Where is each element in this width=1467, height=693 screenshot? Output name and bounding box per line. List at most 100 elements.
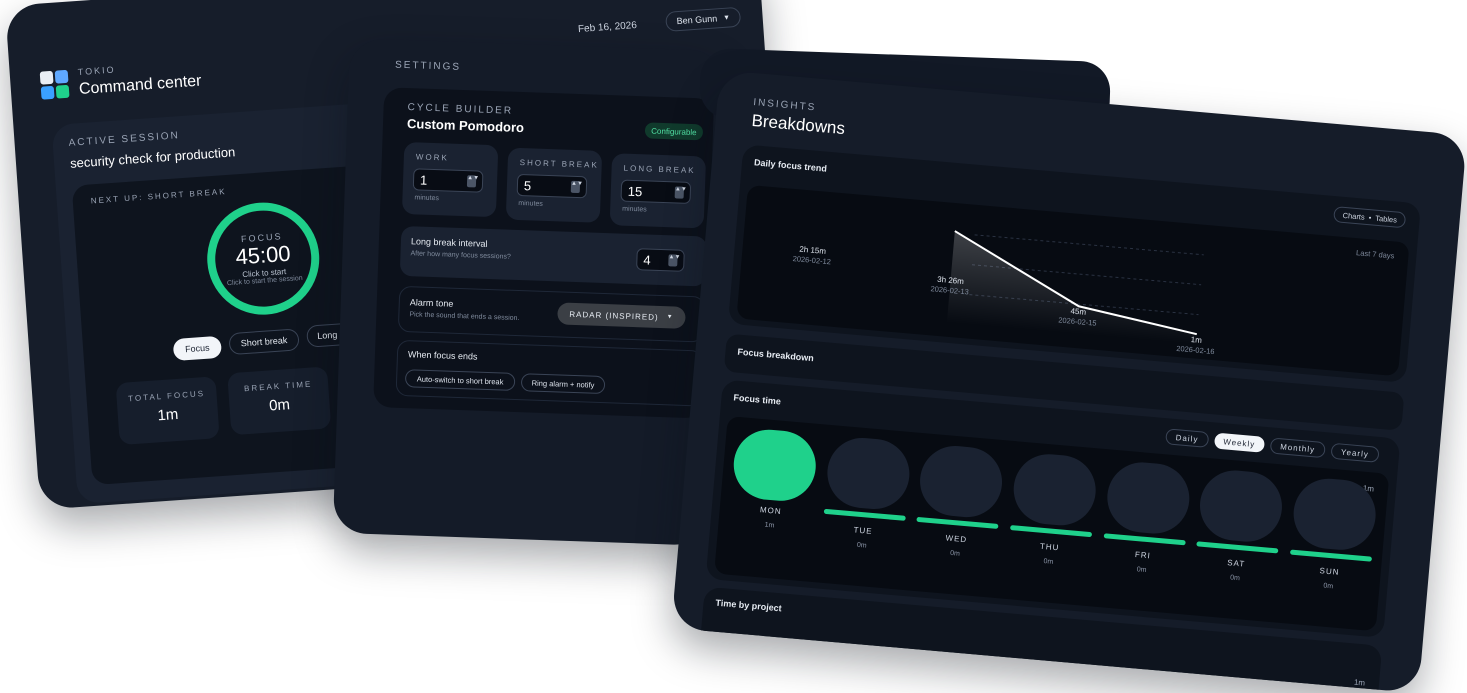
alarm-tone-select[interactable]: RADAR (INSPIRED) ▼: [557, 302, 686, 329]
day-value: 0m: [1323, 582, 1334, 591]
day-value: 0m: [949, 549, 961, 558]
toggle-tables[interactable]: Tables: [1375, 213, 1397, 224]
option-ring-alarm[interactable]: Ring alarm + notify: [520, 373, 606, 395]
trend-title: Daily focus trend: [753, 157, 828, 174]
field-value: 4: [643, 251, 651, 268]
day-column: FRI 0m: [1098, 456, 1192, 609]
field-short-break: SHORT BREAK 5 ▲▼ minutes: [505, 147, 603, 223]
day-bar[interactable]: [1197, 467, 1286, 545]
long-break-minutes-input[interactable]: 15 ▲▼: [620, 179, 692, 204]
long-break-interval-row: Long break interval After how many focus…: [399, 225, 708, 287]
day-label: THU: [1039, 541, 1060, 553]
row-title: Alarm tone: [409, 297, 454, 309]
tick-label: 2026-02-16: [1176, 344, 1215, 356]
row-title: Long break interval: [410, 236, 488, 249]
day-label: SUN: [1319, 566, 1340, 577]
day-value: 1m: [764, 521, 775, 530]
app-logo-icon: [39, 69, 70, 100]
cycle-builder-panel: CYCLE BUILDER Custom Pomodoro Configurab…: [373, 87, 715, 419]
settings-window: SETTINGS CYCLE BUILDER Custom Pomodoro C…: [332, 38, 725, 546]
field-unit: minutes: [414, 194, 440, 203]
cycle-title: Custom Pomodoro: [406, 116, 525, 136]
period-tab-yearly[interactable]: Yearly: [1330, 442, 1380, 463]
user-menu[interactable]: Ben Gunn ▼: [665, 6, 742, 32]
day-bar[interactable]: [1290, 475, 1379, 553]
stat-label: TOTAL FOCUS: [127, 389, 206, 404]
time-by-project-title: Time by project: [715, 597, 783, 614]
field-unit: minutes: [518, 199, 543, 208]
select-value: RADAR (INSPIRED): [569, 309, 659, 322]
day-baseline: [1009, 525, 1093, 538]
next-up-label: NEXT UP: SHORT BREAK: [90, 187, 227, 206]
stepper-arrows-icon[interactable]: ▲▼: [466, 175, 479, 188]
date-label: Feb 16, 2026: [577, 19, 638, 36]
grid-line: [974, 234, 1204, 256]
mode-button-short-break[interactable]: Short break: [228, 328, 300, 356]
day-label: FRI: [1134, 550, 1152, 561]
field-work: WORK 1 ▲▼ minutes: [401, 141, 499, 218]
session-title: security check for production: [69, 144, 236, 171]
data-label: 45m: [1070, 306, 1087, 316]
period-tab-daily[interactable]: Daily: [1165, 428, 1210, 448]
day-bar[interactable]: [1104, 459, 1192, 537]
day-label: MON: [759, 505, 782, 517]
long-break-interval-input[interactable]: 4 ▲▼: [636, 248, 685, 272]
row-subtitle: Pick the sound that ends a session.: [409, 311, 520, 323]
day-bar[interactable]: [917, 443, 1006, 521]
timer-display: 45:00: [234, 240, 292, 270]
day-bar[interactable]: [824, 434, 912, 512]
brand-label: TOKIO: [77, 64, 116, 78]
day-baseline: [823, 508, 906, 521]
view-toggle[interactable]: Charts • Tables: [1333, 206, 1407, 229]
user-name: Ben Gunn: [676, 13, 718, 27]
day-column: WED 0m: [911, 439, 1006, 592]
day-baseline: [916, 516, 999, 530]
stat-total-focus: TOTAL FOCUS 1m: [115, 376, 220, 446]
alarm-tone-row: Alarm tone Pick the sound that ends a se…: [397, 285, 706, 343]
day-bar[interactable]: [730, 426, 819, 504]
day-column: TUE 0m: [818, 431, 912, 584]
field-value: 1: [419, 172, 428, 188]
chevron-down-icon: ▼: [666, 314, 674, 321]
stepper-arrows-icon[interactable]: ▲▼: [570, 180, 583, 194]
focus-timer-ring[interactable]: FOCUS 45:00 Click to start Click to star…: [203, 198, 324, 319]
timer-hint-overlay: Click to start the session: [226, 274, 303, 288]
period-tab-weekly[interactable]: Weekly: [1213, 432, 1265, 453]
row-subtitle: After how many focus sessions?: [410, 250, 511, 261]
stepper-arrows-icon[interactable]: ▲▼: [668, 254, 681, 267]
when-focus-ends-row: When focus ends Auto-switch to short bre…: [395, 339, 704, 407]
day-bar[interactable]: [1010, 451, 1099, 529]
mode-button-focus[interactable]: Focus: [172, 335, 223, 362]
day-column: MON 1m: [725, 423, 819, 576]
work-minutes-input[interactable]: 1 ▲▼: [412, 168, 484, 193]
field-long-break: LONG BREAK 15 ▲▼ minutes: [609, 153, 707, 229]
active-session-label: ACTIVE SESSION: [68, 130, 181, 149]
stat-break-time: BREAK TIME 0m: [227, 366, 332, 436]
row-title: When focus ends: [407, 349, 478, 362]
tick-label: 2026-02-12: [792, 254, 831, 266]
toggle-dot-icon: •: [1368, 212, 1372, 222]
day-column: SAT 0m: [1191, 464, 1286, 617]
stepper-arrows-icon[interactable]: ▲▼: [674, 186, 687, 199]
day-value: 0m: [1043, 558, 1054, 566]
day-label: TUE: [853, 525, 873, 537]
focus-breakdown-title: Focus breakdown: [737, 346, 815, 364]
day-label: WED: [945, 533, 968, 545]
field-value: 5: [523, 177, 532, 193]
field-label: LONG BREAK: [623, 163, 696, 176]
settings-heading: SETTINGS: [394, 59, 462, 73]
stat-label: BREAK TIME: [243, 379, 313, 394]
project-max-label: 1m: [1353, 677, 1366, 688]
day-value: 0m: [1229, 574, 1241, 583]
day-label: SAT: [1226, 558, 1246, 569]
field-unit: minutes: [622, 205, 647, 214]
period-tab-monthly[interactable]: Monthly: [1269, 437, 1326, 459]
toggle-charts[interactable]: Charts: [1342, 210, 1365, 221]
stat-value: 0m: [268, 396, 291, 415]
day-value: 0m: [1136, 566, 1147, 575]
chevron-down-icon: ▼: [722, 13, 731, 22]
short-break-minutes-input[interactable]: 5 ▲▼: [516, 173, 588, 199]
field-label: WORK: [415, 152, 449, 163]
option-auto-switch[interactable]: Auto-switch to short break: [404, 369, 516, 391]
day-baseline: [1103, 533, 1186, 546]
